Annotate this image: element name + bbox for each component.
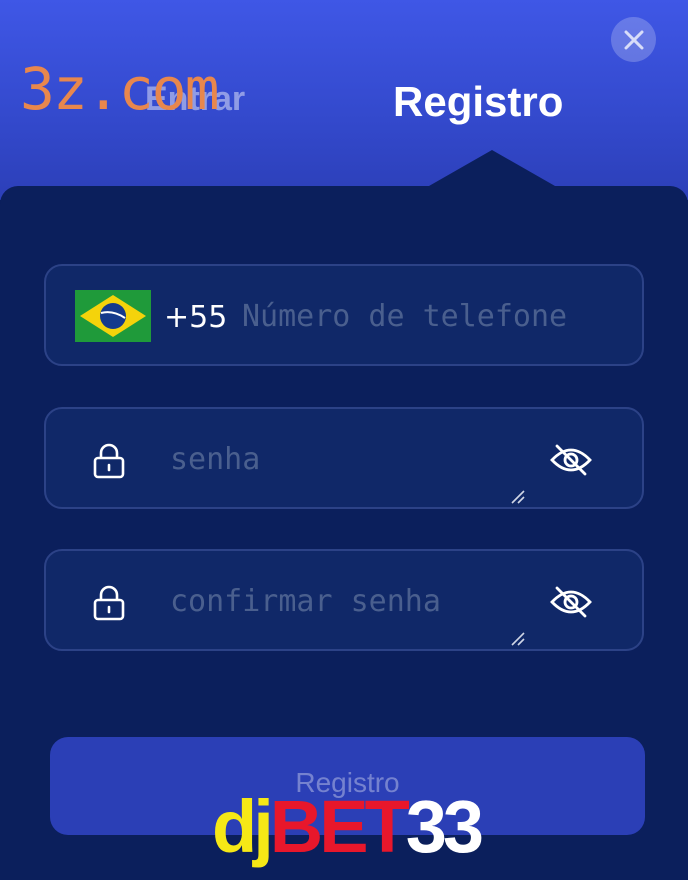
- lock-icon: [93, 585, 125, 621]
- eye-off-icon[interactable]: [549, 442, 593, 478]
- password-input[interactable]: [170, 439, 530, 479]
- phone-input[interactable]: [242, 296, 637, 336]
- brand-part-33: 33: [405, 785, 484, 868]
- active-tab-notch: [422, 150, 562, 190]
- confirm-password-field[interactable]: [44, 549, 644, 651]
- eye-off-icon[interactable]: [549, 584, 593, 620]
- close-button[interactable]: [611, 17, 656, 62]
- brand-part-dj: dj: [212, 785, 274, 868]
- lock-icon: [93, 443, 125, 479]
- country-code: +55: [164, 300, 228, 335]
- password-field[interactable]: [44, 407, 644, 509]
- resize-grip-icon[interactable]: [510, 631, 526, 647]
- confirm-password-input[interactable]: [170, 581, 530, 621]
- phone-field[interactable]: +55: [44, 264, 644, 366]
- brand-part-bet: BET: [269, 785, 410, 868]
- tab-register[interactable]: Registro: [393, 78, 563, 126]
- resize-grip-icon[interactable]: [510, 489, 526, 505]
- watermark-text: 3z.com: [20, 55, 220, 123]
- brazil-flag-icon: [75, 290, 151, 342]
- close-icon: [624, 30, 643, 49]
- brand-logo: dj BET 33: [212, 785, 484, 868]
